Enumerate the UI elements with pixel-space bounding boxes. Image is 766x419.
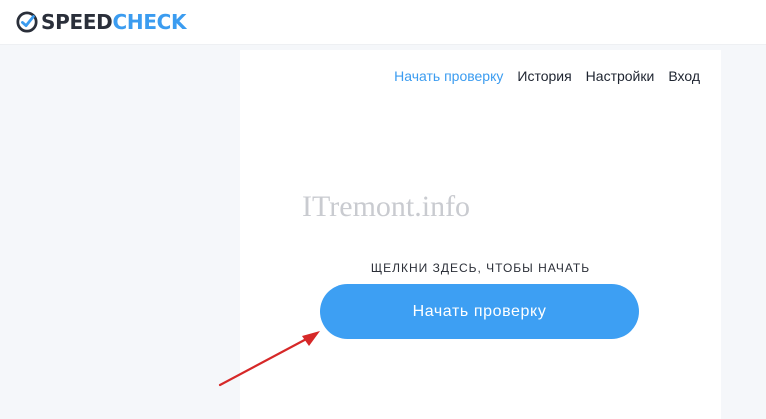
start-test-button[interactable]: Начать проверку — [320, 284, 639, 339]
nav-history[interactable]: История — [517, 68, 571, 84]
speedcheck-logo[interactable]: SPEED CHECK — [16, 8, 187, 36]
main-nav: Начать проверку История Настройки Вход — [394, 68, 700, 84]
watermark: ITremont.info — [302, 190, 471, 223]
logo-text-speed: SPEED — [41, 10, 113, 34]
nav-settings[interactable]: Настройки — [586, 68, 655, 84]
logo-text-check: CHECK — [112, 10, 187, 34]
red-arrow-annotation — [218, 331, 320, 387]
speedometer-check-icon — [16, 11, 38, 33]
nav-login[interactable]: Вход — [668, 68, 700, 84]
top-bar: SPEED CHECK — [0, 0, 766, 45]
start-hint: ЩЕЛКНИ ЗДЕСЬ, ЧТОБЫ НАЧАТЬ — [370, 261, 591, 275]
nav-start-test[interactable]: Начать проверку — [394, 68, 503, 84]
